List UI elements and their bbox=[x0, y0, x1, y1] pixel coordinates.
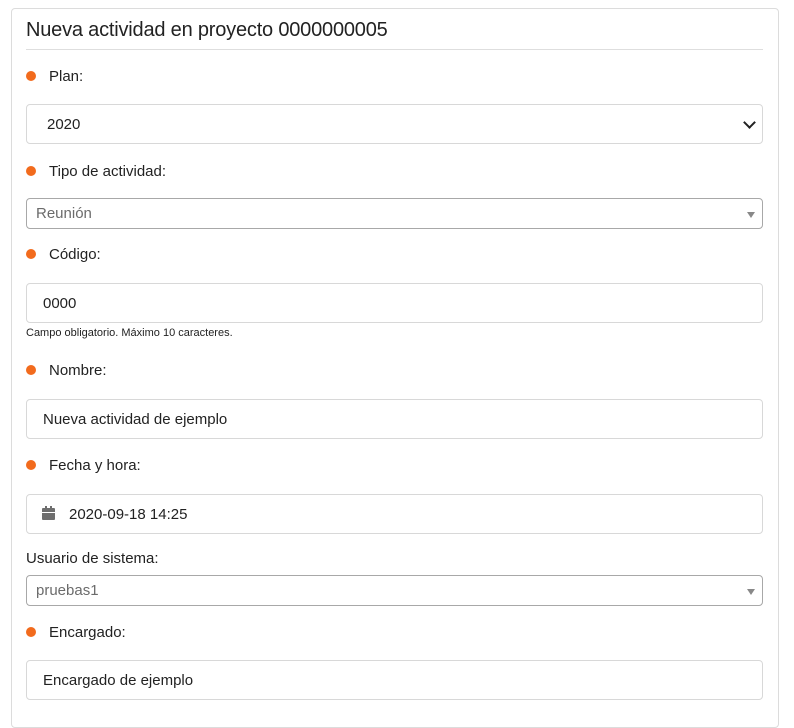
required-dot-icon bbox=[26, 365, 36, 375]
fecha-hora-label: Fecha y hora: bbox=[26, 455, 141, 475]
required-dot-icon bbox=[26, 249, 36, 259]
encargado-label-text: Encargado: bbox=[49, 623, 126, 641]
required-dot-icon bbox=[26, 627, 36, 637]
codigo-input-value: 0000 bbox=[43, 294, 77, 312]
required-dot-icon bbox=[26, 166, 36, 176]
usuario-sistema-label: Usuario de sistema: bbox=[26, 548, 159, 568]
encargado-input[interactable]: Encargado de ejemplo bbox=[26, 660, 763, 700]
plan-select[interactable]: 2020 bbox=[26, 104, 763, 144]
encargado-label: Encargado: bbox=[26, 622, 126, 642]
title-divider bbox=[26, 49, 763, 50]
nombre-input-value: Nueva actividad de ejemplo bbox=[43, 410, 228, 428]
tipo-actividad-select[interactable]: Reunión bbox=[26, 198, 763, 229]
fecha-hora-label-text: Fecha y hora: bbox=[49, 456, 141, 474]
codigo-help-text: Campo obligatorio. Máximo 10 caracteres. bbox=[26, 327, 233, 339]
usuario-sistema-label-text: Usuario de sistema: bbox=[26, 549, 159, 567]
plan-label-text: Plan: bbox=[49, 67, 84, 85]
tipo-actividad-label: Tipo de actividad: bbox=[26, 161, 166, 181]
calendar-icon bbox=[42, 506, 55, 520]
caret-down-icon bbox=[747, 212, 755, 218]
caret-down-icon bbox=[747, 589, 755, 595]
usuario-sistema-select-value: pruebas1 bbox=[36, 582, 99, 599]
page-title: Nueva actividad en proyecto 0000000005 bbox=[26, 19, 388, 41]
codigo-label-text: Código: bbox=[49, 245, 101, 263]
codigo-input[interactable]: 0000 bbox=[26, 283, 763, 323]
nombre-label-text: Nombre: bbox=[49, 361, 107, 379]
chevron-down-icon bbox=[743, 116, 756, 129]
codigo-label: Código: bbox=[26, 244, 101, 264]
plan-select-value: 2020 bbox=[47, 115, 81, 133]
tipo-actividad-label-text: Tipo de actividad: bbox=[49, 162, 167, 180]
required-dot-icon bbox=[26, 71, 36, 81]
tipo-actividad-select-value: Reunión bbox=[36, 205, 92, 222]
nombre-input[interactable]: Nueva actividad de ejemplo bbox=[26, 399, 763, 439]
nombre-label: Nombre: bbox=[26, 360, 107, 380]
fecha-hora-input[interactable]: 2020-09-18 14:25 bbox=[26, 494, 763, 534]
plan-label: Plan: bbox=[26, 66, 83, 86]
encargado-input-value: Encargado de ejemplo bbox=[43, 671, 194, 689]
required-dot-icon bbox=[26, 460, 36, 470]
usuario-sistema-select[interactable]: pruebas1 bbox=[26, 575, 763, 606]
